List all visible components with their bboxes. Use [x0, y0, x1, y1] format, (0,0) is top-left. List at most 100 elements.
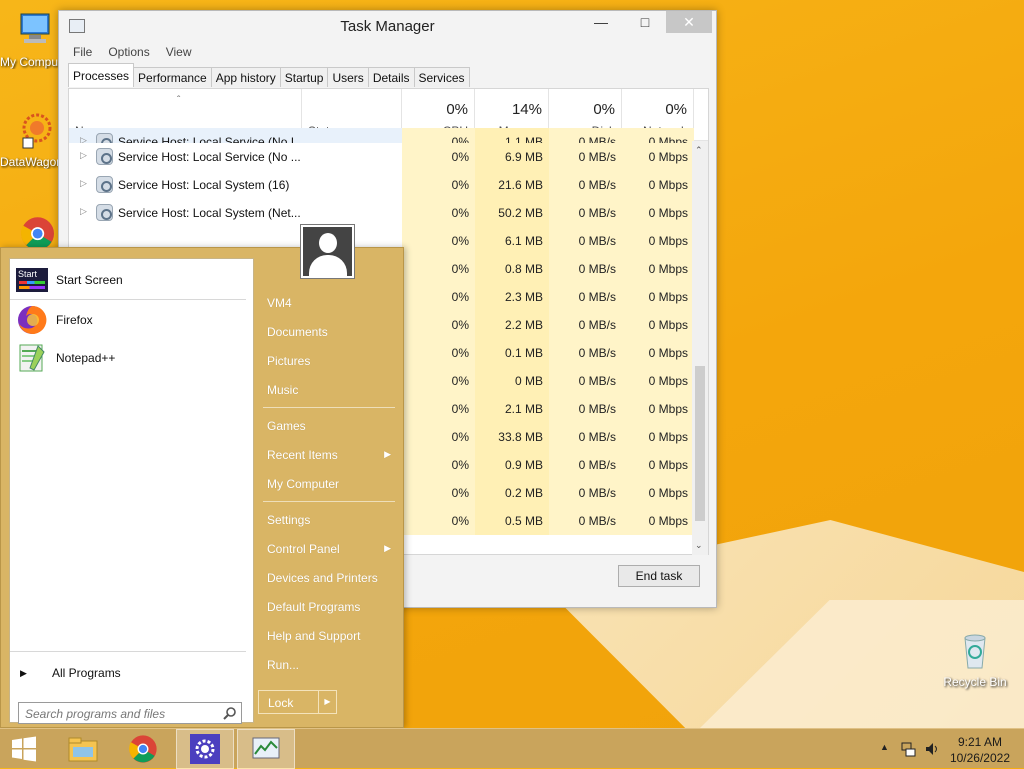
search-programs-input[interactable]: Search programs and files: [18, 702, 242, 724]
link-run[interactable]: Run...: [259, 650, 401, 679]
memory-cell: 0.9 MB: [475, 451, 549, 479]
table-row[interactable]: ▷ Service Host: Local System (16) 0% 21.6 M…: [69, 171, 694, 199]
tab-performance[interactable]: Performance: [133, 67, 212, 87]
computer-icon: [20, 13, 50, 43]
tab-app-history[interactable]: App history: [210, 67, 281, 87]
start-item-firefox[interactable]: Firefox: [16, 303, 93, 337]
start-item-notepadpp[interactable]: Notepad++: [16, 341, 115, 375]
network-cell: 0 Mbps: [622, 339, 694, 367]
sort-arrow-icon: ˆ: [177, 95, 181, 106]
minimize-button[interactable]: —: [586, 11, 616, 33]
memory-cell: 2.2 MB: [475, 311, 549, 339]
tab-details[interactable]: Details: [367, 67, 415, 87]
lock-options-arrow-icon[interactable]: ▶: [318, 691, 336, 713]
expand-arrow-icon[interactable]: ▷: [80, 206, 87, 217]
search-icon[interactable]: [223, 706, 237, 720]
link-my-computer[interactable]: My Computer: [259, 469, 401, 498]
scroll-thumb[interactable]: [695, 366, 705, 521]
chrome-icon: [129, 735, 157, 763]
link-recent-items[interactable]: Recent Items ▶: [259, 440, 401, 469]
tab-processes[interactable]: Processes: [68, 63, 135, 87]
start-item-start-screen[interactable]: Start Start Screen: [16, 263, 123, 297]
user-avatar[interactable]: [300, 224, 355, 279]
taskbar-file-explorer[interactable]: [54, 729, 112, 769]
network-cell: 0 Mbps: [622, 171, 694, 199]
maximize-button[interactable]: □: [630, 11, 660, 33]
lock-button[interactable]: Lock ▶: [258, 690, 337, 714]
scroll-down-icon[interactable]: ⌄: [695, 540, 703, 551]
start-button[interactable]: [0, 729, 48, 769]
network-cell: 0 Mbps: [622, 255, 694, 283]
link-help-and-support[interactable]: Help and Support: [259, 621, 401, 650]
link-pictures[interactable]: Pictures: [259, 346, 401, 375]
taskbar-settings[interactable]: [176, 729, 234, 769]
service-gear-icon: [96, 148, 113, 165]
network-cell: 0 Mbps: [622, 227, 694, 255]
desktop-icon-chrome[interactable]: [14, 214, 58, 250]
show-hidden-icons-icon[interactable]: ▲: [880, 742, 889, 752]
submenu-arrow-icon: ▶: [384, 449, 391, 459]
network-icon[interactable]: [900, 741, 916, 757]
vertical-scrollbar[interactable]: ⌃ ⌄: [692, 141, 708, 555]
datawagon-icon: [22, 113, 52, 149]
network-cell: 0 Mbps: [622, 199, 694, 227]
task-manager-icon: [252, 737, 280, 759]
menu-options[interactable]: Options: [108, 45, 149, 59]
link-devices-and-printers[interactable]: Devices and Printers: [259, 563, 401, 592]
cpu-cell: 0%: [402, 311, 475, 339]
separator: [263, 407, 395, 408]
windows-logo-icon: [12, 736, 36, 762]
link-vm4[interactable]: VM4: [259, 288, 401, 317]
tab-users[interactable]: Users: [327, 67, 369, 87]
volume-icon[interactable]: [924, 741, 940, 757]
scroll-up-icon[interactable]: ⌃: [695, 145, 703, 156]
desktop-icon-label: DataWagon: [0, 155, 60, 169]
memory-cell: 6.1 MB: [475, 227, 549, 255]
link-default-programs[interactable]: Default Programs: [259, 592, 401, 621]
cpu-cell: 0%: [402, 451, 475, 479]
memory-cell: 21.6 MB: [475, 171, 549, 199]
menu-bar: File Options View: [59, 41, 716, 63]
taskbar-task-manager[interactable]: [237, 729, 295, 769]
link-music[interactable]: Music: [259, 375, 401, 404]
all-programs-button[interactable]: ▶ All Programs: [20, 656, 121, 690]
clock-date: 10/26/2022: [949, 751, 1010, 765]
disk-cell: 0 MB/s: [549, 507, 622, 535]
title-bar[interactable]: Task Manager — □ ✕: [59, 11, 716, 41]
disk-cell: 0 MB/s: [549, 479, 622, 507]
end-task-button[interactable]: End task: [618, 565, 700, 587]
table-row[interactable]: ▷ Service Host: Local System (Net... 0% 50.…: [69, 199, 694, 227]
disk-cell: 0 MB/s: [549, 199, 622, 227]
desktop-icon-recycle-bin[interactable]: Recycle Bin: [940, 630, 1010, 689]
taskbar-chrome[interactable]: [114, 729, 172, 769]
disk-cell: 0 MB/s: [549, 367, 622, 395]
menu-file[interactable]: File: [73, 45, 92, 59]
link-control-panel[interactable]: Control Panel ▶: [259, 534, 401, 563]
link-games[interactable]: Games: [259, 411, 401, 440]
process-name: Service Host: Local Service (No I...: [118, 135, 305, 143]
clock-time: 9:21 AM: [957, 735, 1002, 749]
process-name: Service Host: Local System (16): [118, 178, 290, 192]
table-row[interactable]: ▷ Service Host: Local Service (No ... 0% 6.…: [69, 143, 694, 171]
expand-arrow-icon[interactable]: ▷: [80, 135, 87, 143]
network-cell: 0 Mbps: [622, 143, 694, 171]
start-menu-links-pane: VM4 Documents Pictures Music Games Recen…: [259, 288, 401, 679]
expand-arrow-icon[interactable]: ▷: [80, 150, 87, 161]
link-settings[interactable]: Settings: [259, 505, 401, 534]
table-row[interactable]: ▷ Service Host: Local Service (No I... 0% 1…: [69, 128, 694, 143]
disk-cell: 0 MB/s: [549, 311, 622, 339]
menu-view[interactable]: View: [166, 45, 192, 59]
memory-cell: 6.9 MB: [475, 143, 549, 171]
tab-startup[interactable]: Startup: [279, 67, 329, 87]
link-documents[interactable]: Documents: [259, 317, 401, 346]
tab-services[interactable]: Services: [413, 67, 470, 87]
window-title: Task Manager: [340, 17, 435, 35]
close-button[interactable]: ✕: [666, 11, 712, 33]
service-gear-icon: [96, 204, 113, 221]
network-cell: 0 Mbps: [622, 479, 694, 507]
taskbar: ▲ 9:21 AM 10/26/2022: [0, 728, 1024, 769]
expand-arrow-icon[interactable]: ▷: [80, 178, 87, 189]
start-menu-programs-pane: Start Start Screen Firefox Notepad++ ▶ A…: [9, 258, 254, 724]
clock[interactable]: 9:21 AM 10/26/2022: [950, 734, 1010, 766]
cpu-cell: 0%: [402, 143, 475, 171]
